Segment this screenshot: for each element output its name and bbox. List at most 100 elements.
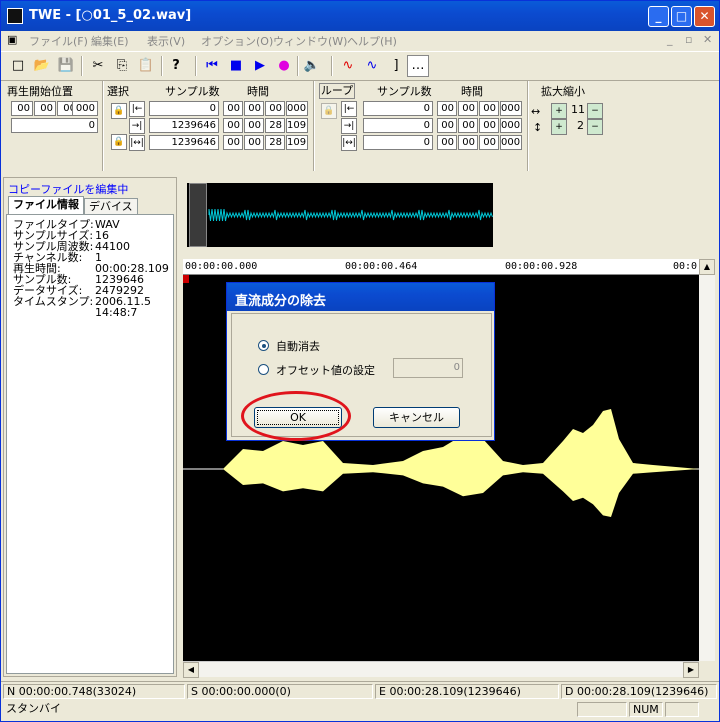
loop-button[interactable]: ループ: [319, 83, 355, 99]
menu-help[interactable]: ヘルプ(H): [347, 33, 397, 49]
minimize-button[interactable]: _: [648, 6, 669, 27]
toolbar-separator: [195, 56, 197, 76]
time-field[interactable]: 000: [500, 118, 522, 133]
playstart-sample[interactable]: 0: [11, 118, 98, 133]
wave-blue-icon[interactable]: ∿: [361, 55, 383, 77]
info-value: 14:48:7: [95, 306, 138, 319]
time-field[interactable]: 00: [244, 118, 264, 133]
dialog-title[interactable]: 直流成分の除去: [227, 283, 494, 311]
menu-window[interactable]: ウィンドウ(W): [273, 33, 347, 49]
sample-field[interactable]: 0: [149, 101, 219, 116]
set-end-icon[interactable]: →|: [341, 118, 357, 134]
vertical-scrollbar[interactable]: ▲: [699, 259, 715, 661]
app-window: TWE - [○01_5_02.wav] _ □ ✕ ▣ ファイル(F) 編集(…: [0, 0, 720, 722]
wave-red-icon[interactable]: ∿: [337, 55, 359, 77]
time-field[interactable]: 28: [265, 135, 285, 150]
time-field[interactable]: 109: [286, 135, 308, 150]
time-field[interactable]: 000: [500, 135, 522, 150]
child-minimize-icon[interactable]: _: [667, 33, 673, 46]
lock-icon[interactable]: 🔒: [321, 103, 337, 119]
help-icon[interactable]: ?: [165, 55, 187, 77]
set-length-icon[interactable]: |↔|: [341, 135, 357, 151]
set-end-icon[interactable]: →|: [129, 118, 145, 134]
speaker-icon[interactable]: 🔈: [301, 55, 323, 77]
sample-field[interactable]: 0: [363, 135, 433, 150]
time-field[interactable]: 00: [479, 118, 499, 133]
time-field[interactable]: 00: [265, 101, 285, 116]
sample-field[interactable]: 0: [363, 118, 433, 133]
open-folder-icon[interactable]: 📂: [31, 55, 53, 77]
status-s: S 00:00:00.000(0): [187, 684, 373, 699]
set-start-icon[interactable]: |←: [129, 101, 145, 117]
waveform-overview[interactable]: [187, 183, 493, 247]
new-file-icon[interactable]: □: [7, 55, 29, 77]
tab-file-info[interactable]: ファイル情報: [8, 196, 84, 214]
sample-field[interactable]: 1239646: [149, 118, 219, 133]
paste-icon[interactable]: 📋: [135, 55, 157, 77]
time-field[interactable]: 00: [223, 135, 243, 150]
zoom-in-icon[interactable]: +: [551, 119, 567, 135]
scroll-up-icon[interactable]: ▲: [699, 259, 715, 275]
zoom-in-icon[interactable]: +: [551, 103, 567, 119]
time-field[interactable]: 00: [437, 135, 457, 150]
time-field[interactable]: 00: [437, 101, 457, 116]
menu-view[interactable]: 表示(V): [147, 33, 185, 49]
marker-icon[interactable]: ]: [385, 55, 407, 77]
close-button[interactable]: ✕: [694, 6, 715, 27]
ruler-icon[interactable]: …: [407, 55, 429, 77]
time-field[interactable]: 00: [479, 101, 499, 116]
menu-option[interactable]: オプション(O): [201, 33, 273, 49]
zoom-out-icon[interactable]: −: [587, 103, 603, 119]
time-field[interactable]: 000: [286, 101, 308, 116]
time-field[interactable]: 00: [11, 101, 33, 116]
time-field[interactable]: 00: [437, 118, 457, 133]
time-field[interactable]: 00: [458, 135, 478, 150]
sample-field[interactable]: 0: [363, 101, 433, 116]
ruler-tick-label: 00:00:00.000: [185, 261, 258, 272]
auto-label: 自動消去: [276, 340, 320, 353]
title-bar[interactable]: TWE - [○01_5_02.wav] _ □ ✕: [1, 1, 719, 31]
sample-field[interactable]: 1239646: [149, 135, 219, 150]
lock-icon[interactable]: 🔒: [111, 134, 127, 150]
menu-file[interactable]: ファイル(F): [29, 33, 88, 49]
copy-icon[interactable]: ⎘: [111, 55, 133, 77]
auto-radio[interactable]: [258, 340, 269, 351]
toolbar-separator: [81, 56, 83, 76]
scroll-left-icon[interactable]: ◀: [183, 662, 199, 678]
time-field[interactable]: 00: [244, 101, 264, 116]
time-field[interactable]: 00: [458, 118, 478, 133]
cut-icon[interactable]: ✂: [87, 55, 109, 77]
scroll-right-icon[interactable]: ▶: [683, 662, 699, 678]
time-field[interactable]: 00: [244, 135, 264, 150]
time-field[interactable]: 000: [500, 101, 522, 116]
time-field[interactable]: 00: [458, 101, 478, 116]
time-field[interactable]: 00: [34, 101, 56, 116]
child-close-icon[interactable]: ✕: [703, 33, 712, 46]
set-length-icon[interactable]: |↔|: [129, 135, 145, 151]
status-cell: [577, 702, 627, 717]
doc-icon[interactable]: ▣: [7, 33, 17, 46]
record-icon[interactable]: ●: [273, 55, 295, 77]
file-info-list: ファイルタイプ: WAV サンプルサイズ: 16 サンプル周波数: 44100 …: [6, 214, 174, 674]
time-field[interactable]: 28: [265, 118, 285, 133]
lock-icon[interactable]: 🔒: [111, 103, 127, 119]
offset-value-input[interactable]: 0: [393, 358, 463, 378]
stop-icon[interactable]: ■: [225, 55, 247, 77]
menu-edit[interactable]: 編集(E): [91, 33, 129, 49]
zoom-out-icon[interactable]: −: [587, 119, 603, 135]
offset-radio[interactable]: [258, 364, 269, 375]
time-field[interactable]: 000: [72, 101, 98, 116]
time-field[interactable]: 00: [223, 101, 243, 116]
set-start-icon[interactable]: |←: [341, 101, 357, 117]
save-icon[interactable]: 💾: [55, 55, 77, 77]
info-key: タイムスタンプ:: [13, 295, 94, 308]
maximize-button[interactable]: □: [671, 6, 692, 27]
time-field[interactable]: 109: [286, 118, 308, 133]
rewind-icon[interactable]: ⏮: [201, 55, 223, 77]
child-restore-icon[interactable]: ▫: [685, 33, 692, 46]
cancel-button[interactable]: キャンセル: [373, 407, 460, 428]
time-field[interactable]: 00: [223, 118, 243, 133]
horizontal-scrollbar[interactable]: ◀ ▶: [183, 661, 699, 678]
play-icon[interactable]: ▶: [249, 55, 271, 77]
time-field[interactable]: 00: [479, 135, 499, 150]
